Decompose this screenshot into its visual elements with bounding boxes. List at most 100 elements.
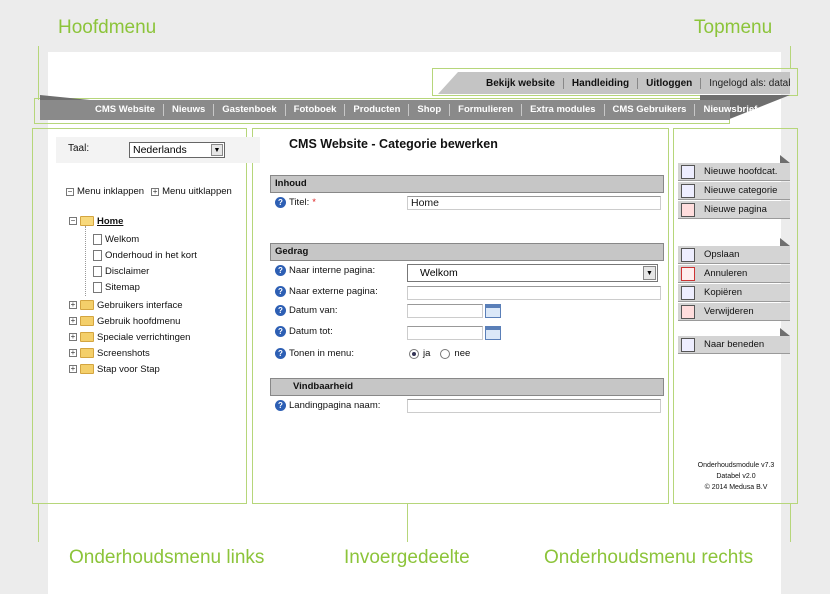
tree-item-label[interactable]: Screenshots: [97, 348, 150, 359]
mainmenu-gastenboek[interactable]: Gastenboek: [214, 104, 286, 116]
tree-item-label[interactable]: Speciale verrichtingen: [97, 332, 190, 343]
new-main-category-button[interactable]: Nieuwe hoofdcat.: [678, 163, 790, 181]
guide-right: [790, 504, 791, 542]
tree-item-screenshots[interactable]: + Screenshots: [69, 346, 150, 360]
section-gedrag: Gedrag: [270, 243, 664, 261]
tree-item-onderhoud[interactable]: Onderhoud in het kort: [93, 248, 197, 262]
topmenu-bekijk-website[interactable]: Bekijk website: [478, 77, 564, 89]
new-main-category-icon: [681, 164, 695, 179]
new-page-button[interactable]: Nieuwe pagina: [678, 201, 790, 219]
language-label: Taal:: [68, 143, 90, 154]
help-icon[interactable]: ?: [275, 348, 286, 359]
datum-van-input[interactable]: [407, 304, 483, 318]
field-label: Tonen in menu:: [289, 348, 354, 359]
top-menu: Bekijk website Handleiding Uitloggen Ing…: [438, 72, 790, 94]
radio-nee[interactable]: [440, 348, 451, 359]
button-label: Nieuwe hoofdcat.: [704, 166, 778, 177]
landingpagina-input[interactable]: [407, 399, 661, 413]
mainmenu-formulieren[interactable]: Formulieren: [450, 104, 523, 116]
expand-icon[interactable]: +: [151, 187, 160, 196]
tree-item-label[interactable]: Stap voor Stap: [97, 364, 160, 375]
externe-pagina-input[interactable]: [407, 286, 661, 300]
interne-pagina-select[interactable]: Welkom ▼: [407, 264, 658, 282]
move-down-button[interactable]: Naar beneden: [678, 336, 790, 354]
radio-ja[interactable]: [409, 348, 419, 359]
tree-item-label[interactable]: Gebruik hoofdmenu: [97, 316, 180, 327]
button-label: Kopiëren: [704, 287, 743, 298]
tree-item-welkom[interactable]: Welkom: [93, 232, 139, 246]
mainmenu-nieuwsbrief[interactable]: Nieuwsbrief: [695, 104, 765, 116]
chevron-down-icon[interactable]: ▼: [211, 144, 223, 156]
chevron-down-icon[interactable]: ▼: [643, 266, 656, 280]
field-tonen-label: ? Tonen in menu:: [275, 348, 354, 359]
tree-item-disclaimer[interactable]: Disclaimer: [93, 264, 149, 278]
tree-item-stap-voor-stap[interactable]: + Stap voor Stap: [69, 362, 160, 376]
radio-ja-label: ja: [423, 348, 431, 359]
mainmenu-producten[interactable]: Producten: [345, 104, 410, 116]
mainmenu-nieuws[interactable]: Nieuws: [164, 104, 215, 116]
topmenu-handleiding[interactable]: Handleiding: [564, 77, 639, 89]
annotation-hoofdmenu: Hoofdmenu: [58, 17, 157, 38]
help-icon[interactable]: ?: [275, 286, 286, 297]
main-menu: CMS Website Nieuws Gastenboek Fotoboek P…: [40, 100, 757, 120]
annotation-topmenu: Topmenu: [694, 17, 773, 38]
page-icon: [93, 233, 102, 245]
guide-left: [38, 504, 39, 542]
language-select[interactable]: Nederlands ▼: [129, 142, 225, 158]
calendar-icon[interactable]: [485, 304, 501, 318]
menu-collapse-link[interactable]: Menu inklappen: [77, 186, 144, 197]
required-marker: *: [312, 197, 316, 208]
help-icon[interactable]: ?: [275, 326, 286, 337]
tree-item-label[interactable]: Onderhoud in het kort: [105, 250, 197, 261]
delete-button[interactable]: Verwijderen: [678, 303, 790, 321]
mainmenu-fotoboek[interactable]: Fotoboek: [286, 104, 346, 116]
cancel-button[interactable]: Annuleren: [678, 265, 790, 283]
field-label: Naar externe pagina:: [289, 286, 378, 297]
help-icon[interactable]: ?: [275, 305, 286, 316]
tree-expand-icon[interactable]: +: [69, 301, 77, 309]
help-icon[interactable]: ?: [275, 265, 286, 276]
mainmenu-cms-gebruikers[interactable]: CMS Gebruikers: [605, 104, 696, 116]
tree-item-sitemap[interactable]: Sitemap: [93, 280, 140, 294]
tree-item-home[interactable]: − Home: [69, 214, 123, 228]
tree-expand-icon[interactable]: +: [69, 317, 77, 325]
tree-expand-icon[interactable]: +: [69, 365, 77, 373]
collapse-icon[interactable]: −: [66, 187, 74, 196]
button-label: Naar beneden: [704, 339, 765, 350]
button-label: Nieuwe categorie: [704, 185, 778, 196]
menu-expand-link[interactable]: Menu uitklappen: [162, 186, 232, 197]
new-category-icon: [681, 183, 695, 198]
new-category-button[interactable]: Nieuwe categorie: [678, 182, 790, 200]
mainmenu-shop[interactable]: Shop: [409, 104, 451, 116]
topmenu-uitloggen[interactable]: Uitloggen: [638, 77, 702, 89]
save-button[interactable]: Opslaan: [678, 246, 790, 264]
page-icon: [93, 281, 102, 293]
calendar-icon[interactable]: [485, 326, 501, 340]
tree-item-label[interactable]: Home: [97, 216, 123, 227]
tree-item-label[interactable]: Disclaimer: [105, 266, 149, 277]
copy-button[interactable]: Kopiëren: [678, 284, 790, 302]
help-icon[interactable]: ?: [275, 400, 286, 411]
field-datum-van-label: ? Datum van:: [275, 305, 338, 316]
tree-collapse-icon[interactable]: −: [69, 217, 77, 225]
tree-item-label[interactable]: Welkom: [105, 234, 139, 245]
tree-expand-icon[interactable]: +: [69, 349, 77, 357]
delete-icon: [681, 304, 695, 319]
mainmenu-cms-website[interactable]: CMS Website: [87, 104, 165, 116]
copy-icon: [681, 285, 695, 300]
tree-item-gebruikers-interface[interactable]: + Gebruikers interface: [69, 298, 183, 312]
annotation-left: Onderhoudsmenu links: [69, 547, 265, 568]
titel-input[interactable]: Home: [407, 196, 661, 210]
mainmenu-extra-modules[interactable]: Extra modules: [522, 104, 605, 116]
help-icon[interactable]: ?: [275, 197, 286, 208]
tree-item-label[interactable]: Gebruikers interface: [97, 300, 183, 311]
field-label: Landingpagina naam:: [289, 400, 381, 411]
tree-item-label[interactable]: Sitemap: [105, 282, 140, 293]
logged-in-label: Ingelogd als: databel: [709, 77, 802, 89]
field-interne-label: ? Naar interne pagina:: [275, 265, 375, 276]
field-label: Naar interne pagina:: [289, 265, 376, 276]
tree-item-gebruik-hoofdmenu[interactable]: + Gebruik hoofdmenu: [69, 314, 180, 328]
datum-tot-input[interactable]: [407, 326, 483, 340]
tree-item-speciale-verrichtingen[interactable]: + Speciale verrichtingen: [69, 330, 190, 344]
tree-expand-icon[interactable]: +: [69, 333, 77, 341]
